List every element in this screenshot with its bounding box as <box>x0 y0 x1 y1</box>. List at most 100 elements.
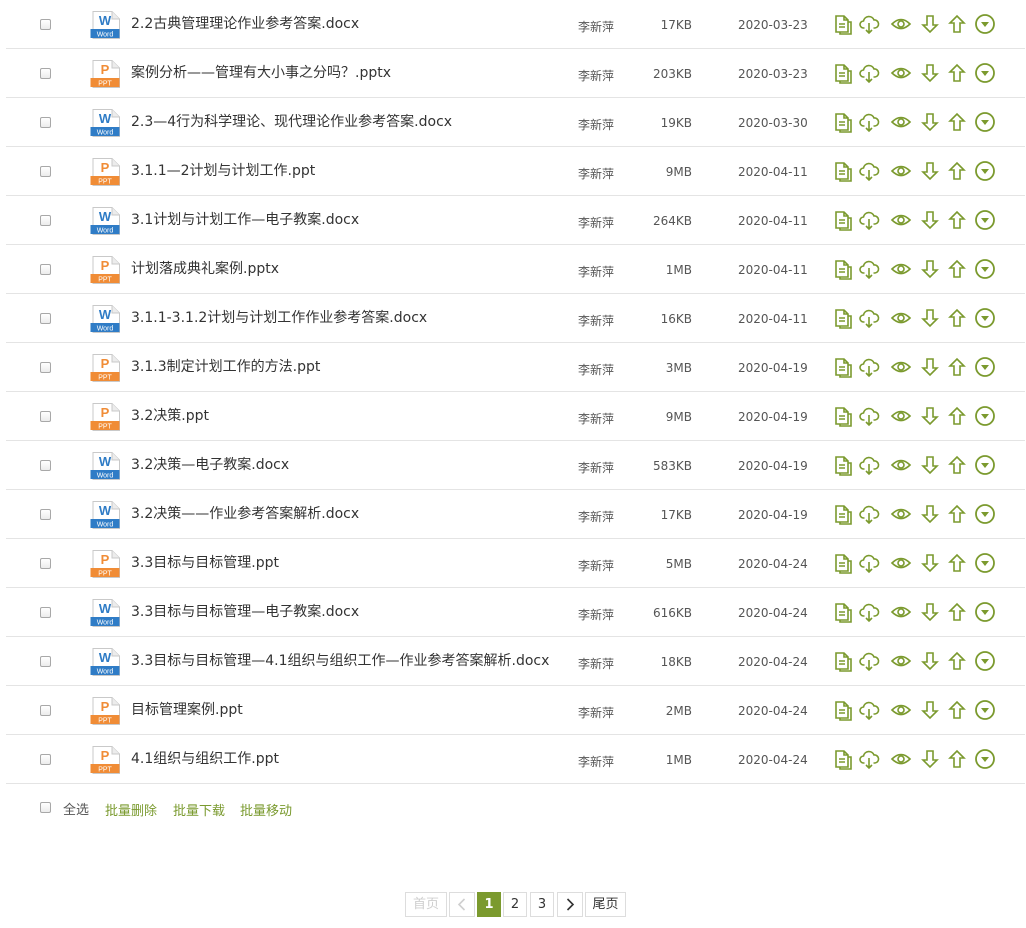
preview-eye-icon[interactable] <box>890 258 912 280</box>
move-down-icon[interactable] <box>919 552 941 574</box>
copy-icon[interactable] <box>832 503 854 525</box>
preview-eye-icon[interactable] <box>890 307 912 329</box>
more-dropdown-icon[interactable] <box>974 699 996 721</box>
preview-eye-icon[interactable] <box>890 111 912 133</box>
cloud-download-icon[interactable] <box>858 699 880 721</box>
move-up-icon[interactable] <box>946 454 968 476</box>
cloud-download-icon[interactable] <box>858 111 880 133</box>
more-dropdown-icon[interactable] <box>974 62 996 84</box>
move-up-icon[interactable] <box>946 160 968 182</box>
cloud-download-icon[interactable] <box>858 13 880 35</box>
preview-eye-icon[interactable] <box>890 13 912 35</box>
file-name-link[interactable]: 3.1计划与计划工作—电子教案.docx <box>131 211 359 229</box>
preview-eye-icon[interactable] <box>890 552 912 574</box>
cloud-download-icon[interactable] <box>858 209 880 231</box>
row-checkbox[interactable] <box>40 19 51 30</box>
file-name-link[interactable]: 3.3目标与目标管理.ppt <box>131 554 279 572</box>
preview-eye-icon[interactable] <box>890 650 912 672</box>
row-checkbox[interactable] <box>40 754 51 765</box>
copy-icon[interactable] <box>832 307 854 329</box>
row-checkbox[interactable] <box>40 460 51 471</box>
file-name-link[interactable]: 目标管理案例.ppt <box>131 701 243 719</box>
copy-icon[interactable] <box>832 111 854 133</box>
row-checkbox[interactable] <box>40 362 51 373</box>
move-up-icon[interactable] <box>946 356 968 378</box>
more-dropdown-icon[interactable] <box>974 209 996 231</box>
move-down-icon[interactable] <box>919 503 941 525</box>
move-down-icon[interactable] <box>919 699 941 721</box>
more-dropdown-icon[interactable] <box>974 356 996 378</box>
batch-delete-link[interactable]: 批量删除 <box>105 800 157 819</box>
preview-eye-icon[interactable] <box>890 405 912 427</box>
move-down-icon[interactable] <box>919 13 941 35</box>
file-name-link[interactable]: 案例分析——管理有大小事之分吗？.pptx <box>131 64 391 82</box>
row-checkbox[interactable] <box>40 68 51 79</box>
move-down-icon[interactable] <box>919 748 941 770</box>
cloud-download-icon[interactable] <box>858 356 880 378</box>
cloud-download-icon[interactable] <box>858 307 880 329</box>
more-dropdown-icon[interactable] <box>974 307 996 329</box>
file-name-link[interactable]: 2.3—4行为科学理论、现代理论作业参考答案.docx <box>131 113 452 131</box>
row-checkbox[interactable] <box>40 215 51 226</box>
row-checkbox[interactable] <box>40 264 51 275</box>
file-name-link[interactable]: 3.1.1-3.1.2计划与计划工作作业参考答案.docx <box>131 309 427 327</box>
cloud-download-icon[interactable] <box>858 160 880 182</box>
preview-eye-icon[interactable] <box>890 356 912 378</box>
file-name-link[interactable]: 2.2古典管理理论作业参考答案.docx <box>131 15 359 33</box>
copy-icon[interactable] <box>832 405 854 427</box>
select-all-label[interactable]: 全选 <box>63 799 89 818</box>
next-page-button[interactable] <box>557 892 583 917</box>
move-down-icon[interactable] <box>919 111 941 133</box>
move-up-icon[interactable] <box>946 62 968 84</box>
file-name-link[interactable]: 3.2决策——作业参考答案解析.docx <box>131 505 359 523</box>
copy-icon[interactable] <box>832 258 854 280</box>
file-name-link[interactable]: 3.3目标与目标管理—4.1组织与组织工作—作业参考答案解析.docx <box>131 652 549 670</box>
move-up-icon[interactable] <box>946 552 968 574</box>
file-name-link[interactable]: 4.1组织与组织工作.ppt <box>131 750 279 768</box>
move-down-icon[interactable] <box>919 62 941 84</box>
more-dropdown-icon[interactable] <box>974 552 996 574</box>
copy-icon[interactable] <box>832 748 854 770</box>
select-all-checkbox[interactable] <box>40 802 51 813</box>
preview-eye-icon[interactable] <box>890 160 912 182</box>
move-up-icon[interactable] <box>946 699 968 721</box>
copy-icon[interactable] <box>832 601 854 623</box>
copy-icon[interactable] <box>832 13 854 35</box>
move-down-icon[interactable] <box>919 650 941 672</box>
preview-eye-icon[interactable] <box>890 454 912 476</box>
row-checkbox[interactable] <box>40 117 51 128</box>
cloud-download-icon[interactable] <box>858 62 880 84</box>
move-up-icon[interactable] <box>946 601 968 623</box>
move-down-icon[interactable] <box>919 307 941 329</box>
preview-eye-icon[interactable] <box>890 209 912 231</box>
move-up-icon[interactable] <box>946 405 968 427</box>
more-dropdown-icon[interactable] <box>974 454 996 476</box>
copy-icon[interactable] <box>832 552 854 574</box>
copy-icon[interactable] <box>832 454 854 476</box>
last-page-button[interactable]: 尾页 <box>585 892 626 917</box>
move-down-icon[interactable] <box>919 356 941 378</box>
file-name-link[interactable]: 3.1.1—2计划与计划工作.ppt <box>131 162 315 180</box>
first-page-button[interactable]: 首页 <box>405 892 447 917</box>
more-dropdown-icon[interactable] <box>974 650 996 672</box>
batch-move-link[interactable]: 批量移动 <box>240 800 292 819</box>
cloud-download-icon[interactable] <box>858 503 880 525</box>
cloud-download-icon[interactable] <box>858 258 880 280</box>
more-dropdown-icon[interactable] <box>974 503 996 525</box>
cloud-download-icon[interactable] <box>858 601 880 623</box>
preview-eye-icon[interactable] <box>890 601 912 623</box>
move-down-icon[interactable] <box>919 209 941 231</box>
preview-eye-icon[interactable] <box>890 699 912 721</box>
copy-icon[interactable] <box>832 356 854 378</box>
copy-icon[interactable] <box>832 650 854 672</box>
more-dropdown-icon[interactable] <box>974 111 996 133</box>
move-up-icon[interactable] <box>946 111 968 133</box>
move-up-icon[interactable] <box>946 307 968 329</box>
row-checkbox[interactable] <box>40 166 51 177</box>
file-name-link[interactable]: 3.2决策.ppt <box>131 407 209 425</box>
copy-icon[interactable] <box>832 209 854 231</box>
file-name-link[interactable]: 3.3目标与目标管理—电子教案.docx <box>131 603 359 621</box>
cloud-download-icon[interactable] <box>858 748 880 770</box>
row-checkbox[interactable] <box>40 705 51 716</box>
file-name-link[interactable]: 计划落成典礼案例.pptx <box>131 260 279 278</box>
